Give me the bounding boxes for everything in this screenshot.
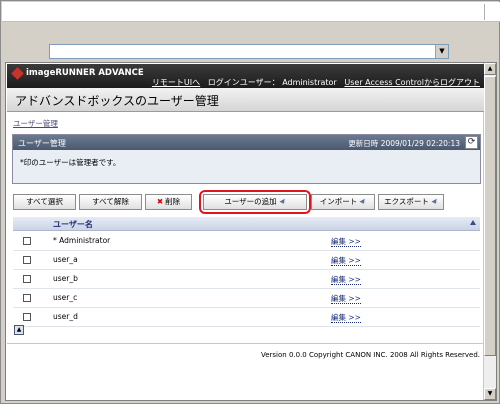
action-toolbar: すべて選択 すべて解除 ✖ 削除 ユーザーの追加 インポート エクスポート	[13, 190, 480, 214]
row-checkbox[interactable]	[23, 313, 31, 321]
dropdown-arrow-icon[interactable]: ▼	[435, 45, 448, 58]
canon-logo-icon	[11, 67, 24, 80]
page-title: アドバンスドボックスのユーザー管理	[15, 94, 219, 108]
import-label: インポート	[319, 197, 358, 206]
add-user-button[interactable]: ユーザーの追加	[203, 194, 307, 210]
edit-link-label: 編集 >>	[331, 275, 361, 285]
page-top-icon[interactable]: ▲	[14, 325, 24, 335]
breadcrumb[interactable]: ユーザー管理	[13, 118, 58, 129]
updated-timestamp: 更新日時 2009/01/29 02:20:13	[348, 139, 460, 148]
deselect-all-button[interactable]: すべて解除	[79, 194, 142, 210]
edit-link-label: 編集 >>	[331, 294, 361, 304]
refresh-icon[interactable]: ⟳	[465, 136, 478, 149]
copyright-footer: Version 0.0.0 Copyright CANON INC. 2008 …	[260, 351, 480, 359]
app-header: imageRUNNER ADVANCE リモートUIへ ログインユーザー： Ad…	[7, 64, 484, 88]
browser-window: ▼ ▲ ▼ imageRUNNER ADVANCE リモートUIへ ログインユー…	[0, 0, 500, 404]
column-username[interactable]: ユーザー名	[53, 219, 93, 230]
page-content: imageRUNNER ADVANCE リモートUIへ ログインユーザー： Ad…	[7, 64, 484, 399]
table-row: user_c 編集 >>	[13, 289, 480, 308]
table-row: user_a 編集 >>	[13, 251, 480, 270]
row-checkbox[interactable]	[23, 294, 31, 302]
export-label: エクスポート	[384, 197, 429, 206]
edit-link-label: 編集 >>	[331, 313, 361, 323]
user-name: * Administrator	[53, 236, 111, 245]
user-name: user_b	[53, 274, 78, 283]
add-user-label: ユーザーの追加	[224, 197, 277, 206]
vertical-scrollbar[interactable]: ▲ ▼	[483, 63, 496, 400]
admin-note: *印のユーザーは管理者です。	[20, 158, 121, 167]
dropdown-indicator-icon	[359, 198, 367, 206]
edit-link-label: 編集 >>	[331, 256, 361, 266]
product-logo: imageRUNNER ADVANCE	[26, 68, 144, 78]
delete-label: 削除	[165, 197, 181, 206]
remote-ui-link[interactable]: リモートUIへ	[152, 78, 200, 87]
table-row: * Administrator 編集 >>	[13, 232, 480, 251]
user-name: user_d	[53, 312, 78, 321]
panel-header: ユーザー管理 更新日時 2009/01/29 02:20:13 ⟳	[13, 135, 480, 150]
user-name: user_a	[53, 255, 78, 264]
edit-link[interactable]: 編集 >>	[331, 312, 361, 323]
window-top-bar	[2, 2, 500, 22]
sort-up-icon[interactable]	[470, 220, 476, 225]
row-checkbox[interactable]	[23, 275, 31, 283]
export-button[interactable]: エクスポート	[378, 194, 444, 210]
footer-divider	[7, 343, 484, 344]
header-links: リモートUIへ ログインユーザー： Administrator User Acc…	[152, 77, 480, 88]
logout-link[interactable]: User Access Controlからログアウト	[344, 78, 480, 87]
edit-link[interactable]: 編集 >>	[331, 274, 361, 285]
browser-viewport: ▲ ▼ imageRUNNER ADVANCE リモートUIへ ログインユーザー…	[5, 62, 497, 401]
panel-title: ユーザー管理	[18, 139, 66, 148]
delete-button[interactable]: ✖ 削除	[145, 194, 192, 210]
table-row: user_d 編集 >>	[13, 308, 480, 327]
edit-link[interactable]: 編集 >>	[331, 255, 361, 266]
edit-link-label: 編集 >>	[331, 237, 361, 247]
edit-link[interactable]: 編集 >>	[331, 293, 361, 304]
scroll-up-icon[interactable]: ▲	[484, 63, 496, 75]
info-panel: ユーザー管理 更新日時 2009/01/29 02:20:13 ⟳ *印のユーザ…	[12, 134, 481, 184]
import-button[interactable]: インポート	[311, 194, 375, 210]
select-all-button[interactable]: すべて選択	[13, 194, 76, 210]
dropdown-indicator-icon	[279, 198, 287, 206]
login-user-label: ログインユーザー：	[207, 78, 280, 87]
edit-link[interactable]: 編集 >>	[331, 236, 361, 247]
dropdown-indicator-icon	[431, 198, 439, 206]
scroll-thumb[interactable]	[484, 76, 496, 356]
table-row: user_b 編集 >>	[13, 270, 480, 289]
delete-x-icon: ✖	[156, 197, 164, 206]
login-user-name: Administrator	[282, 78, 337, 87]
title-bar: アドバンスドボックスのユーザー管理	[7, 88, 484, 112]
scroll-down-icon[interactable]: ▼	[484, 388, 496, 400]
user-name: user_c	[53, 293, 78, 302]
row-checkbox[interactable]	[23, 237, 31, 245]
address-dropdown[interactable]: ▼	[49, 44, 449, 59]
table-header: ユーザー名	[13, 217, 480, 231]
row-checkbox[interactable]	[23, 256, 31, 264]
window-control[interactable]	[484, 4, 498, 20]
